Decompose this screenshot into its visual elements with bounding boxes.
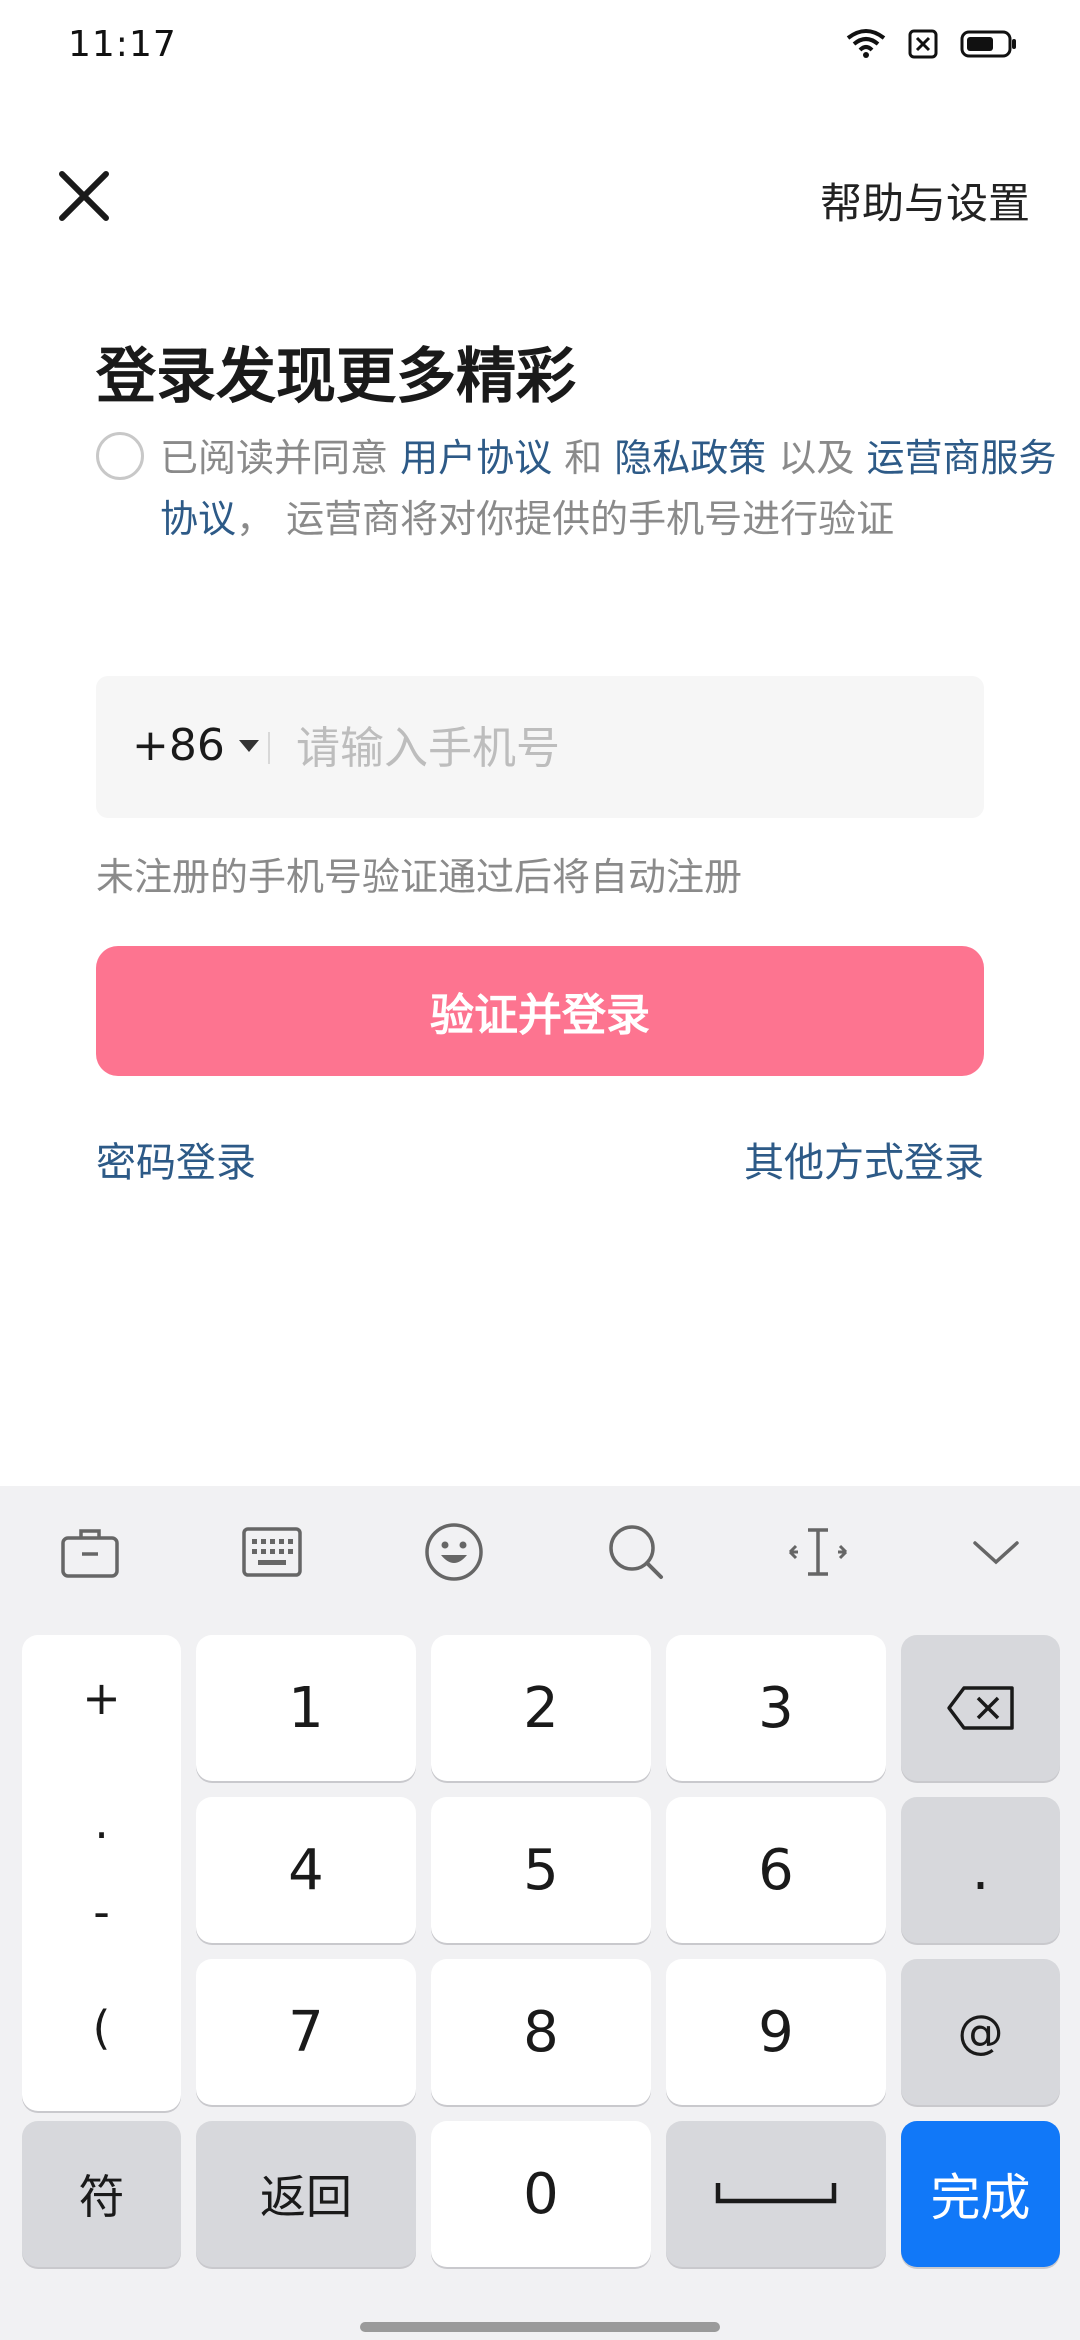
key-minus[interactable]: - bbox=[22, 1885, 181, 1939]
other-login-link[interactable]: 其他方式登录 bbox=[744, 1130, 984, 1188]
agreement-suffix: ， 运营商将对你提供的手机号进行验证 bbox=[236, 497, 895, 541]
key-paren[interactable]: ( bbox=[22, 2001, 181, 2055]
key-4[interactable]: 4 bbox=[196, 1797, 416, 1943]
status-time: 11:17 bbox=[68, 24, 177, 65]
key-5[interactable]: 5 bbox=[431, 1797, 651, 1943]
auto-register-hint: 未注册的手机号验证通过后将自动注册 bbox=[96, 855, 743, 899]
help-settings-link[interactable]: 帮助与设置 bbox=[820, 170, 1030, 231]
key-3[interactable]: 3 bbox=[666, 1635, 886, 1781]
wifi-icon bbox=[846, 28, 886, 60]
space-key[interactable] bbox=[666, 2121, 886, 2267]
back-key[interactable]: 返回 bbox=[196, 2121, 416, 2267]
collapse-keyboard-icon[interactable] bbox=[962, 1518, 1030, 1586]
agreement-also: 以及 bbox=[766, 436, 867, 480]
privacy-policy-link[interactable]: 隐私政策 bbox=[614, 436, 766, 480]
verify-login-button[interactable]: 验证并登录 bbox=[96, 946, 984, 1076]
key-0[interactable]: 0 bbox=[431, 2121, 651, 2267]
numeric-keyboard: + . - ( 1 2 3 4 5 6 . 7 8 9 @ 符 返回 0 完成 bbox=[0, 1486, 1080, 2340]
backspace-key[interactable] bbox=[901, 1635, 1060, 1781]
search-icon[interactable] bbox=[602, 1518, 670, 1586]
battery-icon bbox=[960, 29, 1018, 59]
symbol-column: + . - ( bbox=[22, 1635, 181, 2111]
key-plus[interactable]: + bbox=[22, 1671, 181, 1725]
key-dot[interactable]: . bbox=[901, 1797, 1060, 1943]
agreement-checkbox[interactable] bbox=[96, 432, 144, 480]
home-indicator[interactable] bbox=[360, 2322, 720, 2332]
country-code-selector[interactable]: +86 bbox=[132, 720, 259, 771]
password-login-link[interactable]: 密码登录 bbox=[96, 1130, 256, 1188]
page-title: 登录发现更多精彩 bbox=[96, 342, 576, 412]
space-icon bbox=[715, 2183, 837, 2204]
agreement-text: 已阅读并同意 用户协议 和 隐私政策 以及 运营商服务协议， 运营商将对你提供的… bbox=[160, 428, 1060, 550]
country-code-label: +86 bbox=[132, 720, 225, 771]
close-button[interactable] bbox=[56, 168, 112, 224]
key-2[interactable]: 2 bbox=[431, 1635, 651, 1781]
agreement-prefix: 已阅读并同意 bbox=[160, 436, 401, 480]
caret-down-icon bbox=[238, 739, 259, 752]
phone-number-input[interactable] bbox=[296, 706, 956, 790]
close-icon bbox=[59, 171, 109, 221]
phone-input-box: +86 bbox=[96, 676, 984, 818]
status-bar: 11:17 bbox=[0, 0, 1080, 96]
status-icons bbox=[846, 28, 1018, 60]
symbols-key[interactable]: 符 bbox=[22, 2121, 181, 2267]
user-agreement-link[interactable]: 用户协议 bbox=[400, 436, 552, 480]
toolbox-icon[interactable] bbox=[56, 1518, 124, 1586]
divider bbox=[268, 732, 270, 764]
no-sim-icon bbox=[908, 29, 938, 59]
key-9[interactable]: 9 bbox=[666, 1959, 886, 2105]
key-7[interactable]: 7 bbox=[196, 1959, 416, 2105]
key-8[interactable]: 8 bbox=[431, 1959, 651, 2105]
keyboard-toolbar bbox=[0, 1486, 1080, 1616]
keyboard-switch-icon[interactable] bbox=[238, 1518, 306, 1586]
key-6[interactable]: 6 bbox=[666, 1797, 886, 1943]
done-key[interactable]: 完成 bbox=[901, 2121, 1060, 2267]
backspace-icon bbox=[946, 1686, 1014, 1730]
emoji-icon[interactable] bbox=[420, 1518, 488, 1586]
key-1[interactable]: 1 bbox=[196, 1635, 416, 1781]
agreement-and: 和 bbox=[552, 436, 615, 480]
key-at[interactable]: @ bbox=[901, 1959, 1060, 2105]
cursor-move-icon[interactable] bbox=[784, 1518, 852, 1586]
key-dot-small[interactable]: . bbox=[22, 1795, 181, 1849]
